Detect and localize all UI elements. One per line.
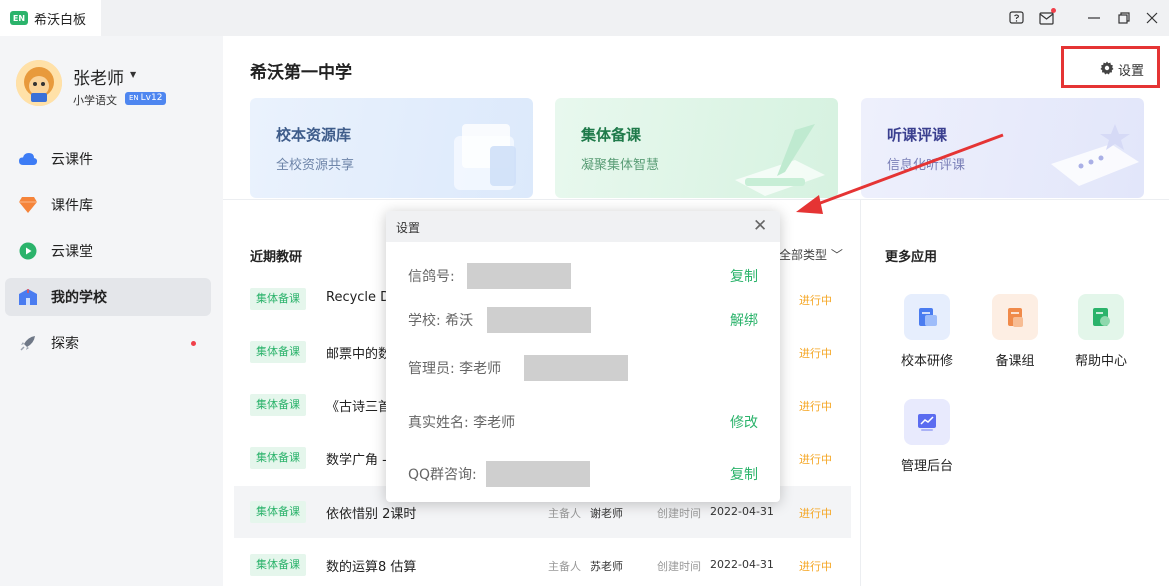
diamond-icon (18, 195, 38, 215)
row-status: 进行中 (799, 400, 832, 413)
user-subject: 小学语文 (73, 94, 117, 107)
row-status: 进行中 (799, 347, 832, 360)
row-status: 进行中 (799, 560, 832, 573)
redacted-value (487, 307, 591, 333)
host-name: 苏老师 (590, 560, 623, 573)
study-icon (904, 294, 950, 340)
created-date: 2022-04-31 (710, 558, 774, 571)
minimize-icon[interactable] (1086, 10, 1102, 26)
card-collective-lesson-prep[interactable]: 集体备课 凝聚集体智慧 (555, 98, 838, 198)
sidebar-item-courseware-library[interactable]: 课件库 (5, 186, 211, 224)
dialog-row-realname: 真实姓名: 李老师 修改 (408, 409, 758, 435)
app-admin-console[interactable]: 管理后台 (882, 399, 972, 489)
row-status: 进行中 (799, 507, 832, 520)
dialog-title: 设置 (396, 221, 421, 235)
card-school-resources[interactable]: 校本资源库 全校资源共享 (250, 98, 533, 198)
host-label: 主备人 (548, 560, 581, 573)
redacted-value (524, 355, 628, 381)
recent-research-title: 近期教研 (250, 250, 303, 265)
cloud-icon (18, 149, 38, 169)
settings-highlight-box (1061, 46, 1160, 88)
sidebar-item-cloud-classroom[interactable]: 云课堂 (5, 232, 211, 270)
row-title: 依依惜别 2课时 (326, 507, 417, 522)
restore-icon[interactable] (1116, 10, 1132, 26)
host-name: 谢老师 (590, 507, 623, 520)
redacted-value (467, 263, 571, 289)
host-label: 主备人 (548, 507, 581, 520)
app-tab[interactable]: EN 希沃白板 (0, 0, 101, 36)
settings-dialog: 设置 ✕ 信鸽号: 复制 学校: 希沃 解绑 管理员: 李老师 真实姓名: 李老… (386, 211, 780, 502)
row-tag: 集体备课 (250, 447, 306, 469)
app-school-training[interactable]: 校本研修 (882, 294, 972, 384)
app-prep-group[interactable]: 备课组 (970, 294, 1060, 384)
explore-new-dot (191, 341, 196, 346)
type-filter-dropdown[interactable]: 全部类型 ﹀ (779, 246, 843, 263)
admin-chart-icon (904, 399, 950, 445)
copy-id-button[interactable]: 复制 (730, 266, 758, 286)
card-observation-illustration (1051, 124, 1139, 186)
unbind-school-button[interactable]: 解绑 (730, 310, 758, 330)
title-bar: EN 希沃白板 (0, 0, 1169, 36)
row-tag: 集体备课 (250, 341, 306, 363)
card-prep-illustration (735, 124, 825, 196)
sidebar-item-cloud-courseware[interactable]: 云课件 (5, 140, 211, 178)
row-title: 《古诗三首 (326, 400, 392, 415)
user-name[interactable]: 张老师 (73, 64, 124, 89)
avatar[interactable] (16, 60, 62, 106)
vertical-divider (860, 200, 861, 586)
sidebar-item-explore[interactable]: 探索 (5, 324, 211, 362)
rocket-icon (18, 333, 38, 353)
app-title: 希沃白板 (34, 12, 87, 28)
dialog-close-icon[interactable]: ✕ (753, 216, 767, 236)
row-title: 数的运算8 估算 (326, 560, 417, 575)
redacted-value (486, 461, 590, 487)
created-label: 创建时间 (657, 560, 701, 573)
school-icon (18, 287, 38, 307)
divider (223, 199, 1169, 200)
dialog-header: 设置 ✕ (386, 211, 780, 242)
created-date: 2022-04-31 (710, 505, 774, 518)
app-help-center[interactable]: 帮助中心 (1056, 294, 1146, 384)
sidebar-item-my-school[interactable]: 我的学校 (5, 278, 211, 316)
row-tag: 集体备课 (250, 554, 306, 576)
app-logo: EN (10, 11, 28, 25)
play-icon (18, 241, 38, 261)
table-row[interactable]: 集体备课 数的运算8 估算 主备人 苏老师 创建时间 2022-04-31 进行… (234, 539, 851, 586)
edit-name-button[interactable]: 修改 (730, 412, 758, 432)
dialog-row-school: 学校: 希沃 解绑 (408, 307, 758, 333)
school-name: 希沃第一中学 (250, 63, 352, 83)
card-lesson-observation[interactable]: 听课评课 信息化听评课 (861, 98, 1144, 198)
row-status: 进行中 (799, 294, 832, 307)
dialog-row-qq: QQ群咨询: 复制 (408, 461, 758, 487)
notification-dot (1051, 8, 1056, 13)
help-icon[interactable] (1008, 10, 1024, 26)
level-badge: EN Lv12 (125, 92, 167, 105)
row-tag: 集体备课 (250, 288, 306, 310)
row-title: Recycle D (326, 290, 391, 305)
sidebar: 张老师 ▼ 小学语文 EN Lv12 云课件 课件库 云课堂 我的学校 探索 (0, 36, 223, 586)
row-title: 数学广角 - (326, 453, 387, 468)
card-resources-illustration (454, 124, 516, 190)
help-doc-icon (1078, 294, 1124, 340)
dialog-row-admin: 管理员: 李老师 (408, 355, 758, 381)
more-apps-title: 更多应用 (885, 250, 938, 265)
chevron-down-icon: ﹀ (827, 248, 843, 262)
row-status: 进行中 (799, 453, 832, 466)
user-menu-caret-icon[interactable]: ▼ (130, 70, 136, 79)
group-icon (992, 294, 1038, 340)
dialog-row-id: 信鸽号: 复制 (408, 263, 758, 289)
copy-qq-button[interactable]: 复制 (730, 464, 758, 484)
row-title: 邮票中的数 (326, 347, 392, 362)
created-label: 创建时间 (657, 507, 701, 520)
row-tag: 集体备课 (250, 394, 306, 416)
close-icon[interactable] (1144, 10, 1160, 26)
row-tag: 集体备课 (250, 501, 306, 523)
